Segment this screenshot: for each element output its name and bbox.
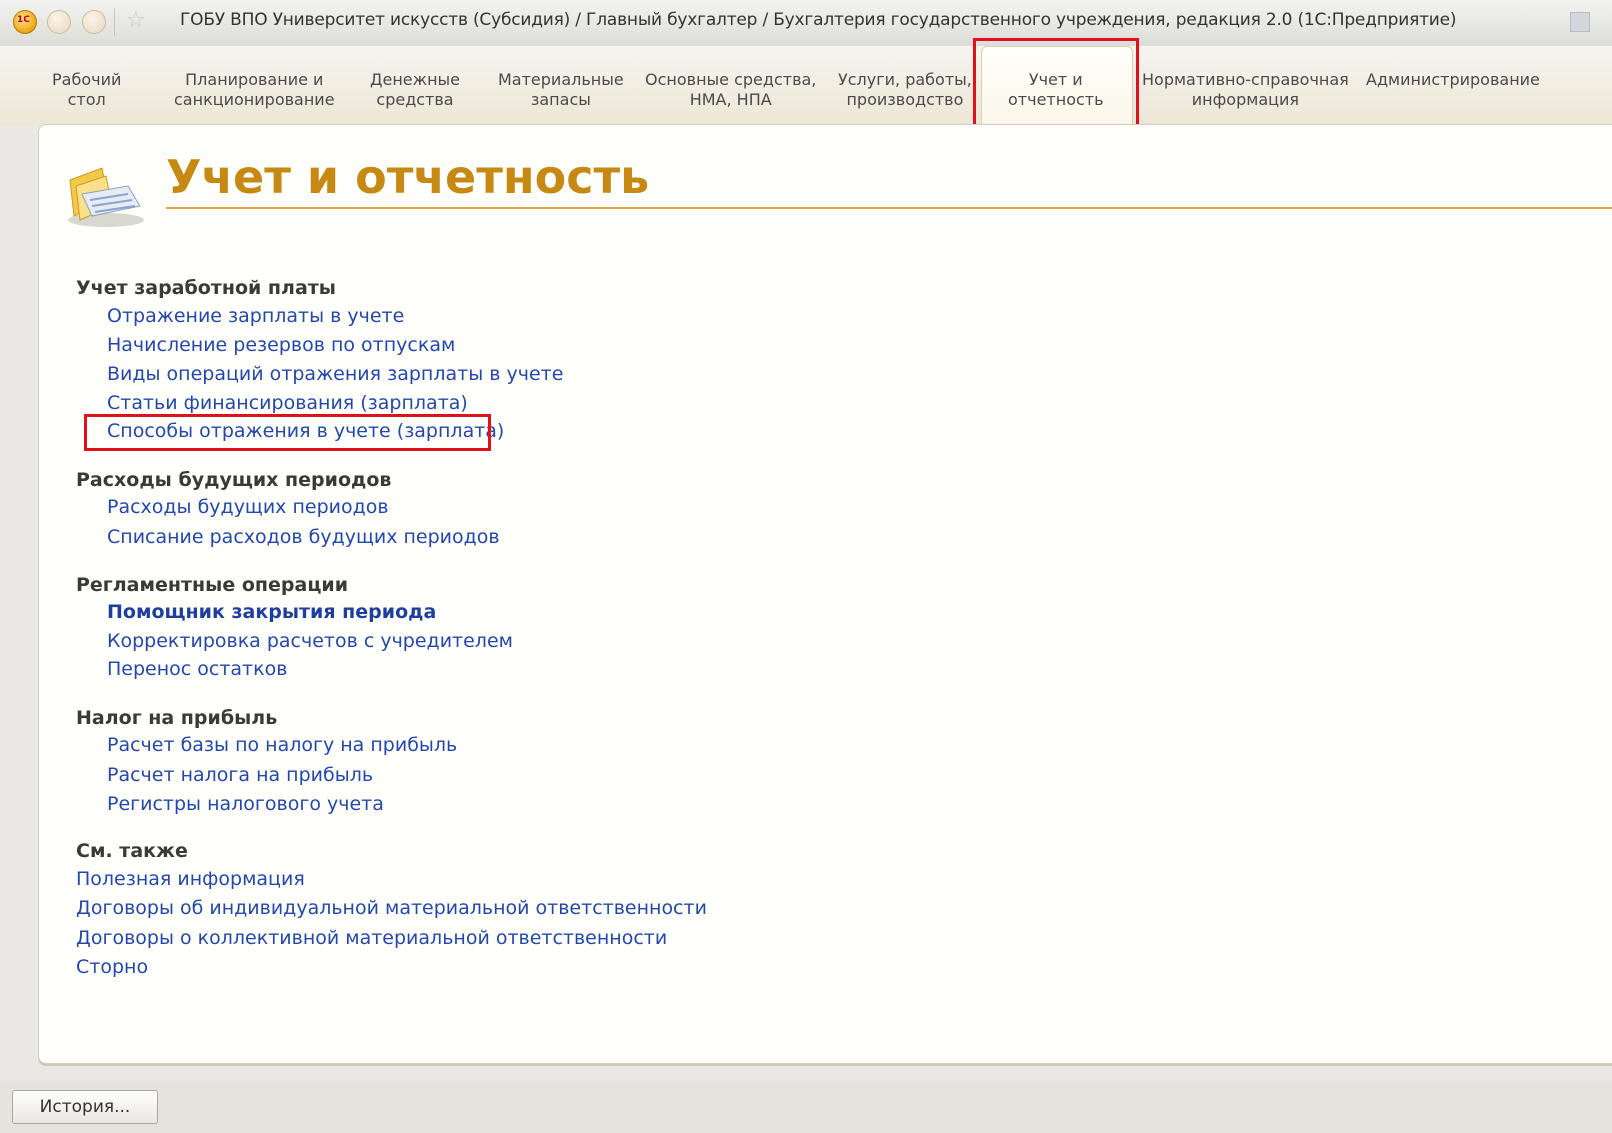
tab-planning[interactable]: Планирование и санкционирование <box>174 70 335 110</box>
link-individual-liability-contracts[interactable]: Договоры об индивидуальной материальной … <box>76 897 707 919</box>
link-tax-base-calc[interactable]: Расчет базы по налогу на прибыль <box>107 734 457 756</box>
tab-label-line1: Рабочий <box>52 70 122 89</box>
history-button[interactable]: История... <box>12 1090 158 1124</box>
forward-icon[interactable] <box>82 10 106 34</box>
link-salary-financing-items[interactable]: Статьи финансирования (зарплата) <box>107 392 468 414</box>
tab-services[interactable]: Услуги, работы, производство <box>838 70 972 110</box>
tab-label-line1: Основные средства, <box>645 70 817 89</box>
tab-fixed-assets[interactable]: Основные средства, НМА, НПА <box>645 70 816 110</box>
accounting-folder-icon <box>68 167 144 227</box>
tab-label-line2: стол <box>67 90 106 109</box>
tab-label-line2: средства <box>376 90 454 109</box>
tab-administration[interactable]: Администрирование <box>1366 70 1540 90</box>
status-bar <box>0 1082 1612 1133</box>
tab-label-line1: Планирование и <box>185 70 324 89</box>
toolbar-divider <box>114 8 115 36</box>
group-title-deferred: Расходы будущих периодов <box>76 469 392 491</box>
tab-label-line2: запасы <box>530 90 591 109</box>
tab-cash[interactable]: Денежные средства <box>370 70 460 110</box>
link-period-closing-assistant[interactable]: Помощник закрытия периода <box>107 601 436 623</box>
link-deferred-expenses[interactable]: Расходы будущих периодов <box>107 496 389 518</box>
tab-desktop[interactable]: Рабочий стол <box>52 70 121 110</box>
group-title-salary: Учет заработной платы <box>76 277 336 299</box>
link-deferred-writeoff[interactable]: Списание расходов будущих периодов <box>107 526 500 548</box>
group-title-see-also: См. также <box>76 840 188 862</box>
favorites-star-icon[interactable]: ☆ <box>126 8 146 34</box>
link-useful-info[interactable]: Полезная информация <box>76 868 305 890</box>
group-title-routine: Регламентные операции <box>76 574 349 596</box>
link-balance-transfer[interactable]: Перенос остатков <box>107 658 287 680</box>
link-tax-registers[interactable]: Регистры налогового учета <box>107 793 384 815</box>
tab-accounting-reporting[interactable]: Учет и отчетность <box>1008 70 1104 110</box>
tab-label-line2: информация <box>1191 90 1300 109</box>
tab-label-line1: Учет и <box>1028 70 1083 89</box>
app-logo-text: 1С <box>17 15 30 25</box>
link-vacation-reserves[interactable]: Начисление резервов по отпускам <box>107 334 455 356</box>
link-founder-settlement-adjustment[interactable]: Корректировка расчетов с учредителем <box>107 630 513 652</box>
window-title: ГОБУ ВПО Университет искусств (Субсидия)… <box>180 10 1457 30</box>
sections-panel: Рабочий стол Планирование и санкциониров… <box>0 46 1612 129</box>
page-title: Учет и отчетность <box>166 150 650 204</box>
tab-label-line1: Материальные <box>498 70 624 89</box>
back-icon[interactable] <box>47 10 71 34</box>
link-profit-tax-calc[interactable]: Расчет налога на прибыль <box>107 764 373 786</box>
tab-label-line2: НМА, НПА <box>689 90 772 109</box>
link-collective-liability-contracts[interactable]: Договоры о коллективной материальной отв… <box>76 927 667 949</box>
title-underline <box>166 207 1612 209</box>
tab-inventory[interactable]: Материальные запасы <box>498 70 624 110</box>
app-logo-icon[interactable]: 1С <box>13 10 37 34</box>
save-icon[interactable] <box>1570 12 1590 32</box>
group-title-tax: Налог на прибыль <box>76 707 278 729</box>
tab-label-line2: отчетность <box>1008 90 1104 109</box>
tab-label-line2: санкционирование <box>174 90 335 109</box>
link-salary-operation-types[interactable]: Виды операций отражения зарплаты в учете <box>107 363 563 385</box>
tab-label-line1: Администрирование <box>1366 70 1540 89</box>
tab-reference-info[interactable]: Нормативно-справочная информация <box>1142 70 1349 110</box>
link-storno[interactable]: Сторно <box>76 956 148 978</box>
link-salary-reflection[interactable]: Отражение зарплаты в учете <box>107 305 404 327</box>
tab-label-line1: Услуги, работы, <box>838 70 972 89</box>
tab-label-line1: Денежные <box>370 70 460 89</box>
tab-label-line2: производство <box>846 90 964 109</box>
link-salary-reflection-methods[interactable]: Способы отражения в учете (зарплата) <box>107 420 504 442</box>
tab-label-line1: Нормативно-справочная <box>1142 70 1349 89</box>
title-bar: 1С ☆ ГОБУ ВПО Университет искусств (Субс… <box>0 0 1612 47</box>
